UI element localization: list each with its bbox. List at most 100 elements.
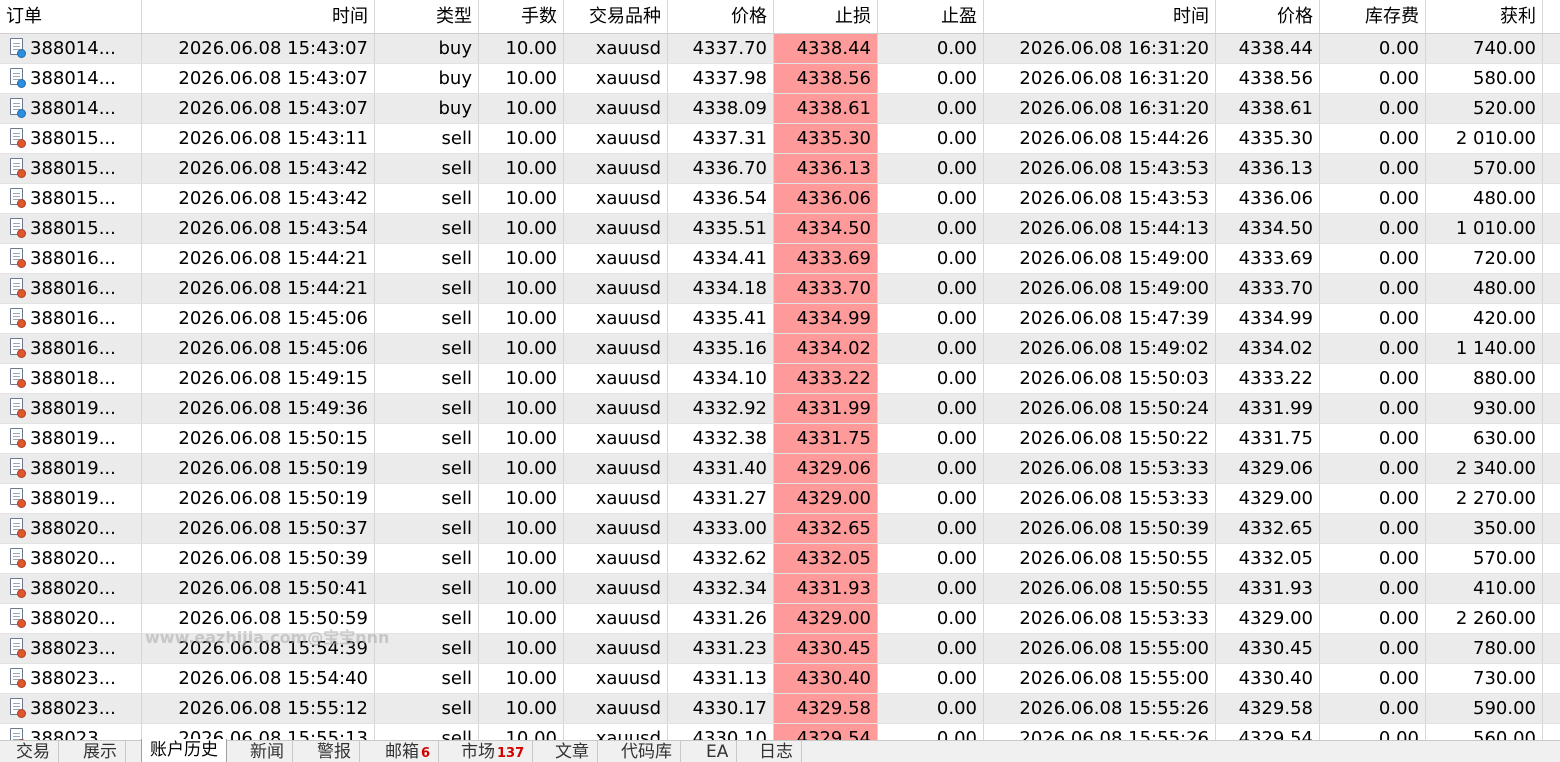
table-row[interactable]: 388020... 2026.06.08 15:50:59 sell 10.00 xau… bbox=[0, 604, 1560, 634]
cell-take-profit: 0.00 bbox=[878, 454, 984, 483]
cell-symbol: xauusd bbox=[564, 514, 668, 543]
cell-swap: 0.00 bbox=[1320, 184, 1426, 213]
cell-symbol: xauusd bbox=[564, 64, 668, 93]
tab-6[interactable]: 市场 137 bbox=[453, 741, 534, 762]
table-row[interactable]: 388014... 2026.06.08 15:43:07 buy 10.00 xauu… bbox=[0, 64, 1560, 94]
table-row[interactable]: 388020... 2026.06.08 15:50:39 sell 10.00 xau… bbox=[0, 544, 1560, 574]
row-filler bbox=[1543, 724, 1560, 740]
cell-swap: 0.00 bbox=[1320, 304, 1426, 333]
cell-profit: 720.00 bbox=[1426, 244, 1543, 273]
tab-5[interactable]: 邮箱 6 bbox=[377, 741, 440, 762]
cell-close-time: 2026.06.08 15:53:33 bbox=[984, 484, 1216, 513]
cell-profit: 1 010.00 bbox=[1426, 214, 1543, 243]
cell-stop-loss: 4331.75 bbox=[774, 424, 878, 453]
cell-close-price: 4330.40 bbox=[1216, 664, 1320, 693]
table-row[interactable]: 388016... 2026.06.08 15:45:06 sell 10.00 xau… bbox=[0, 304, 1560, 334]
table-row[interactable]: 388015... 2026.06.08 15:43:42 sell 10.00 xau… bbox=[0, 184, 1560, 214]
cell-order: 388015... bbox=[0, 154, 142, 183]
column-header-take-profit[interactable]: 止盈 bbox=[878, 0, 984, 33]
cell-volume: 10.00 bbox=[479, 424, 564, 453]
row-filler bbox=[1543, 664, 1560, 693]
sell-order-icon bbox=[8, 517, 26, 538]
cell-volume: 10.00 bbox=[479, 94, 564, 123]
table-row[interactable]: 388019... 2026.06.08 15:50:19 sell 10.00 xau… bbox=[0, 454, 1560, 484]
cell-volume: 10.00 bbox=[479, 64, 564, 93]
table-row[interactable]: 388015... 2026.06.08 15:43:54 sell 10.00 xau… bbox=[0, 214, 1560, 244]
cell-open-price: 4330.17 bbox=[668, 694, 774, 723]
cell-take-profit: 0.00 bbox=[878, 214, 984, 243]
cell-type: buy bbox=[375, 64, 479, 93]
table-row[interactable]: 388023... 2026.06.08 15:55:12 sell 10.00 xau… bbox=[0, 694, 1560, 724]
cell-swap: 0.00 bbox=[1320, 394, 1426, 423]
table-row[interactable]: 388020... 2026.06.08 15:50:37 sell 10.00 xau… bbox=[0, 514, 1560, 544]
table-row[interactable]: 388019... 2026.06.08 15:50:19 sell 10.00 xau… bbox=[0, 484, 1560, 514]
tab-8[interactable]: 代码库 bbox=[613, 741, 681, 762]
column-header-close-time[interactable]: 时间 bbox=[984, 0, 1216, 33]
cell-order: 388020... bbox=[0, 514, 142, 543]
cell-open-time: 2026.06.08 15:55:13 bbox=[142, 724, 375, 740]
cell-swap: 0.00 bbox=[1320, 634, 1426, 663]
order-number: 388016... bbox=[30, 308, 116, 329]
tab-label: 文章 bbox=[555, 742, 589, 762]
column-header-swap[interactable]: 库存费 bbox=[1320, 0, 1426, 33]
cell-profit: 570.00 bbox=[1426, 154, 1543, 183]
column-header-profit[interactable]: 获利 bbox=[1426, 0, 1543, 33]
column-header-order[interactable]: 订单 bbox=[0, 0, 142, 33]
sell-order-icon bbox=[8, 697, 26, 718]
cell-stop-loss: 4329.06 bbox=[774, 454, 878, 483]
cell-close-time: 2026.06.08 15:53:33 bbox=[984, 604, 1216, 633]
table-row[interactable]: 388014... 2026.06.08 15:43:07 buy 10.00 xauu… bbox=[0, 94, 1560, 124]
cell-take-profit: 0.00 bbox=[878, 424, 984, 453]
cell-symbol: xauusd bbox=[564, 664, 668, 693]
tab-7[interactable]: 文章 bbox=[547, 741, 598, 762]
cell-order: 388015... bbox=[0, 124, 142, 153]
tab-1[interactable]: 展示 bbox=[75, 741, 126, 762]
table-row[interactable]: 388023... 2026.06.08 15:54:39 sell 10.00 xau… bbox=[0, 634, 1560, 664]
cell-open-time: 2026.06.08 15:50:39 bbox=[142, 544, 375, 573]
order-number: 388023... bbox=[30, 638, 116, 659]
tab-label: 日志 bbox=[759, 742, 793, 762]
cell-volume: 10.00 bbox=[479, 304, 564, 333]
tab-10[interactable]: 日志 bbox=[751, 741, 802, 762]
table-row[interactable]: 388018... 2026.06.08 15:49:15 sell 10.00 xau… bbox=[0, 364, 1560, 394]
table-row[interactable]: 388019... 2026.06.08 15:49:36 sell 10.00 xau… bbox=[0, 394, 1560, 424]
table-row[interactable]: 388015... 2026.06.08 15:43:42 sell 10.00 xau… bbox=[0, 154, 1560, 184]
column-header-open-time[interactable]: 时间 bbox=[142, 0, 375, 33]
table-row[interactable]: 388016... 2026.06.08 15:44:21 sell 10.00 xau… bbox=[0, 274, 1560, 304]
cell-swap: 0.00 bbox=[1320, 334, 1426, 363]
table-row[interactable]: 388023... 2026.06.08 15:54:40 sell 10.00 xau… bbox=[0, 664, 1560, 694]
column-header-open-price[interactable]: 价格 bbox=[668, 0, 774, 33]
cell-stop-loss: 4335.30 bbox=[774, 124, 878, 153]
table-row[interactable]: 388016... 2026.06.08 15:45:06 sell 10.00 xau… bbox=[0, 334, 1560, 364]
tab-3[interactable]: 新闻 bbox=[242, 741, 293, 762]
table-row[interactable]: 388019... 2026.06.08 15:50:15 sell 10.00 xau… bbox=[0, 424, 1560, 454]
column-header-type[interactable]: 类型 bbox=[375, 0, 479, 33]
table-row[interactable]: 388020... 2026.06.08 15:50:41 sell 10.00 xau… bbox=[0, 574, 1560, 604]
tab-2[interactable]: 账户历史 bbox=[141, 739, 227, 762]
column-header-symbol[interactable]: 交易品种 bbox=[564, 0, 668, 33]
cell-swap: 0.00 bbox=[1320, 604, 1426, 633]
cell-open-price: 4330.10 bbox=[668, 724, 774, 740]
sell-order-icon bbox=[8, 667, 26, 688]
cell-type: sell bbox=[375, 694, 479, 723]
sell-order-icon bbox=[8, 427, 26, 448]
column-header-close-price[interactable]: 价格 bbox=[1216, 0, 1320, 33]
tab-9[interactable]: EA bbox=[698, 741, 738, 762]
tab-4[interactable]: 警报 bbox=[309, 741, 360, 762]
cell-volume: 10.00 bbox=[479, 454, 564, 483]
table-row[interactable]: 388016... 2026.06.08 15:44:21 sell 10.00 xau… bbox=[0, 244, 1560, 274]
table-row[interactable]: 388015... 2026.06.08 15:43:11 sell 10.00 xau… bbox=[0, 124, 1560, 154]
table-row[interactable]: 388014... 2026.06.08 15:43:07 buy 10.00 xauu… bbox=[0, 34, 1560, 64]
cell-order: 388019... bbox=[0, 394, 142, 423]
cell-order: 388016... bbox=[0, 274, 142, 303]
cell-order: 388015... bbox=[0, 184, 142, 213]
row-filler bbox=[1543, 124, 1560, 153]
table-row[interactable]: 388023... 2026.06.08 15:55:13 sell 10.00 xau… bbox=[0, 724, 1560, 740]
tab-0[interactable]: 交易 bbox=[8, 741, 59, 762]
column-header-volume[interactable]: 手数 bbox=[479, 0, 564, 33]
order-number: 388015... bbox=[30, 128, 116, 149]
cell-profit: 590.00 bbox=[1426, 694, 1543, 723]
column-header-stop-loss[interactable]: 止损 bbox=[774, 0, 878, 33]
cell-take-profit: 0.00 bbox=[878, 724, 984, 740]
cell-close-price: 4331.75 bbox=[1216, 424, 1320, 453]
